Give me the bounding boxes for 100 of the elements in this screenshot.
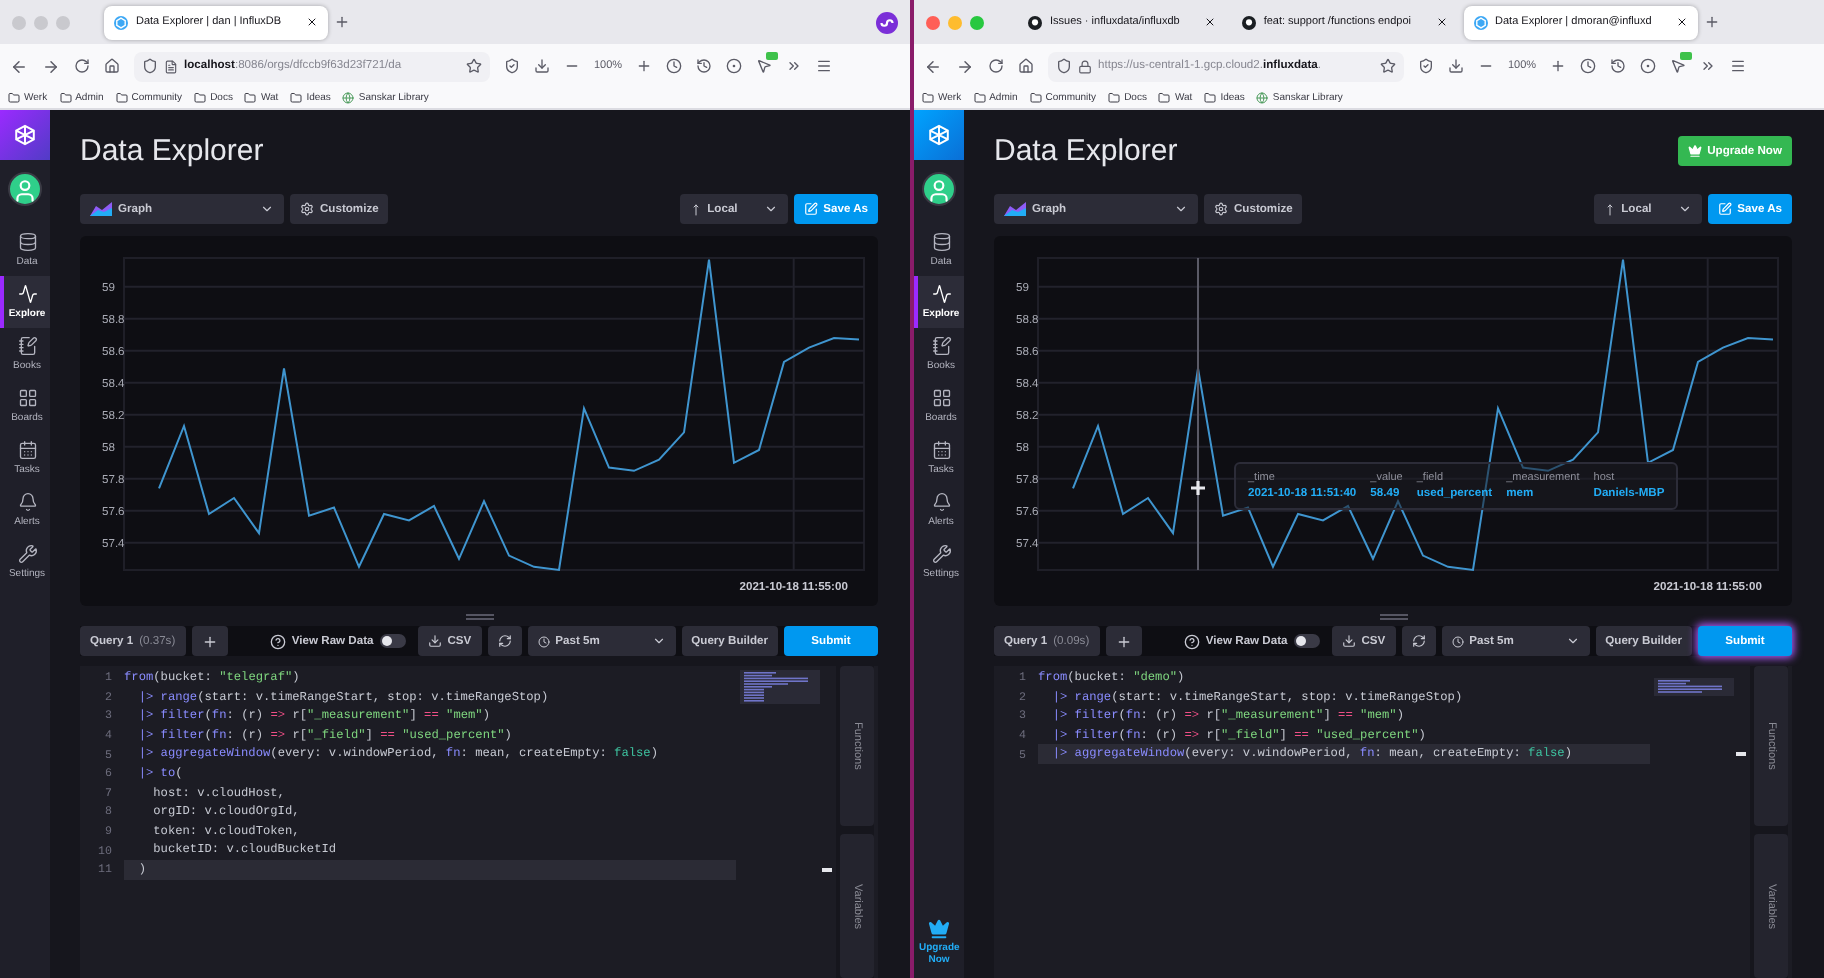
- minimap-drawing: [740, 670, 820, 705]
- home-icon[interactable]: [104, 58, 120, 74]
- new-tab-icon[interactable]: [1703, 14, 1720, 30]
- folder-icon: [59, 92, 72, 104]
- forward-icon[interactable]: [42, 57, 60, 75]
- star-icon[interactable]: [1380, 58, 1396, 74]
- reload-icon[interactable]: [74, 58, 90, 74]
- caret-icon: [1677, 202, 1692, 216]
- menu-icon[interactable]: [1730, 58, 1747, 74]
- crown-icon: [928, 918, 950, 940]
- area-chart-icon: [90, 202, 112, 216]
- pulse-icon: [17, 284, 37, 304]
- circle-dot-icon[interactable]: [726, 58, 743, 74]
- logo-tile[interactable]: [0, 110, 50, 160]
- shield-check-icon[interactable]: [1418, 58, 1434, 74]
- overflow-icon[interactable]: [786, 58, 803, 74]
- help-icon[interactable]: [1183, 633, 1200, 649]
- refresh-button[interactable]: [487, 626, 522, 656]
- cube-logo-icon: [928, 124, 950, 146]
- circle-dot-icon[interactable]: [1640, 58, 1657, 74]
- download-icon[interactable]: [534, 58, 550, 74]
- folder-icon: [115, 92, 128, 104]
- add-query-button[interactable]: [1105, 626, 1142, 656]
- history-icon[interactable]: [696, 58, 713, 74]
- area-chart-icon: [1004, 202, 1026, 216]
- caret-icon: [651, 634, 666, 648]
- pointer-extension-icon[interactable]: [1670, 58, 1687, 74]
- notebook-icon: [931, 336, 951, 356]
- reload-icon[interactable]: [988, 58, 1004, 74]
- folder-icon: [922, 92, 934, 104]
- back-icon[interactable]: [924, 57, 942, 75]
- clock-icon[interactable]: [666, 58, 683, 74]
- caret-icon: [260, 202, 274, 216]
- star-icon[interactable]: [466, 58, 482, 74]
- raw-data-switch[interactable]: [1293, 634, 1320, 648]
- account-icon[interactable]: [876, 11, 898, 33]
- caret-icon: [763, 202, 778, 216]
- code-editor[interactable]: [80, 666, 878, 978]
- refresh-button[interactable]: [1401, 626, 1436, 656]
- globe-icon: [342, 92, 355, 104]
- clock-icon: [537, 635, 550, 647]
- menu-icon[interactable]: [816, 58, 833, 74]
- history-icon[interactable]: [1610, 58, 1627, 74]
- folder-icon: [8, 92, 20, 104]
- plus-icon: [1115, 633, 1132, 649]
- globe-icon: [1256, 92, 1269, 104]
- folder-icon: [1108, 92, 1121, 104]
- help-icon[interactable]: [269, 633, 286, 649]
- gear-icon: [300, 202, 314, 216]
- download-icon: [427, 634, 442, 648]
- resize-handle[interactable]: [465, 613, 493, 619]
- zoom-in-icon[interactable]: [636, 58, 653, 74]
- arrow-up-icon: [1603, 203, 1616, 215]
- logo-tile[interactable]: [914, 110, 964, 160]
- pointer-extension-icon[interactable]: [756, 58, 773, 74]
- close-icon[interactable]: [1675, 16, 1688, 28]
- zoom-in-icon[interactable]: [1550, 58, 1567, 74]
- wrench-icon: [17, 544, 37, 564]
- database-icon: [17, 232, 37, 252]
- home-icon[interactable]: [1018, 58, 1034, 74]
- database-icon: [931, 232, 951, 252]
- close-icon[interactable]: [305, 16, 318, 28]
- avatar-icon[interactable]: [8, 172, 42, 206]
- folder-icon: [1029, 92, 1042, 104]
- clock-icon: [1451, 635, 1464, 647]
- arrow-up-icon: [689, 203, 702, 215]
- bell-icon: [17, 492, 37, 512]
- add-query-button[interactable]: [191, 626, 228, 656]
- close-icon[interactable]: [1203, 16, 1216, 28]
- raw-data-switch[interactable]: [379, 634, 406, 648]
- folder-icon: [290, 92, 303, 104]
- wrench-icon: [931, 544, 951, 564]
- overflow-icon[interactable]: [1700, 58, 1717, 74]
- cube-logo-icon: [114, 15, 128, 29]
- pen-icon: [803, 202, 818, 216]
- back-icon[interactable]: [10, 57, 28, 75]
- caret-icon: [1174, 202, 1188, 216]
- caret-icon: [1565, 634, 1580, 648]
- refresh-icon: [1411, 634, 1426, 648]
- cube-logo-icon: [14, 124, 36, 146]
- folder-icon: [1158, 92, 1171, 104]
- folder-icon: [244, 92, 257, 104]
- minimap-drawing: [1654, 678, 1734, 696]
- clock-icon[interactable]: [1580, 58, 1597, 74]
- forward-icon[interactable]: [956, 57, 974, 75]
- page-title: Data Explorer: [994, 134, 1178, 168]
- refresh-icon: [497, 634, 512, 648]
- resize-handle[interactable]: [1379, 613, 1407, 619]
- grid-icon: [17, 388, 37, 408]
- close-icon[interactable]: [1435, 16, 1448, 28]
- calendar-icon: [931, 440, 951, 460]
- download-icon[interactable]: [1448, 58, 1464, 74]
- calendar-icon: [17, 440, 37, 460]
- shield-check-icon[interactable]: [504, 58, 520, 74]
- grid-icon: [931, 388, 951, 408]
- code-editor[interactable]: [994, 666, 1792, 978]
- new-tab-icon[interactable]: [333, 14, 350, 30]
- avatar-icon[interactable]: [922, 172, 956, 206]
- cursor-marker: [822, 868, 832, 872]
- shield-icon: [1056, 58, 1072, 74]
